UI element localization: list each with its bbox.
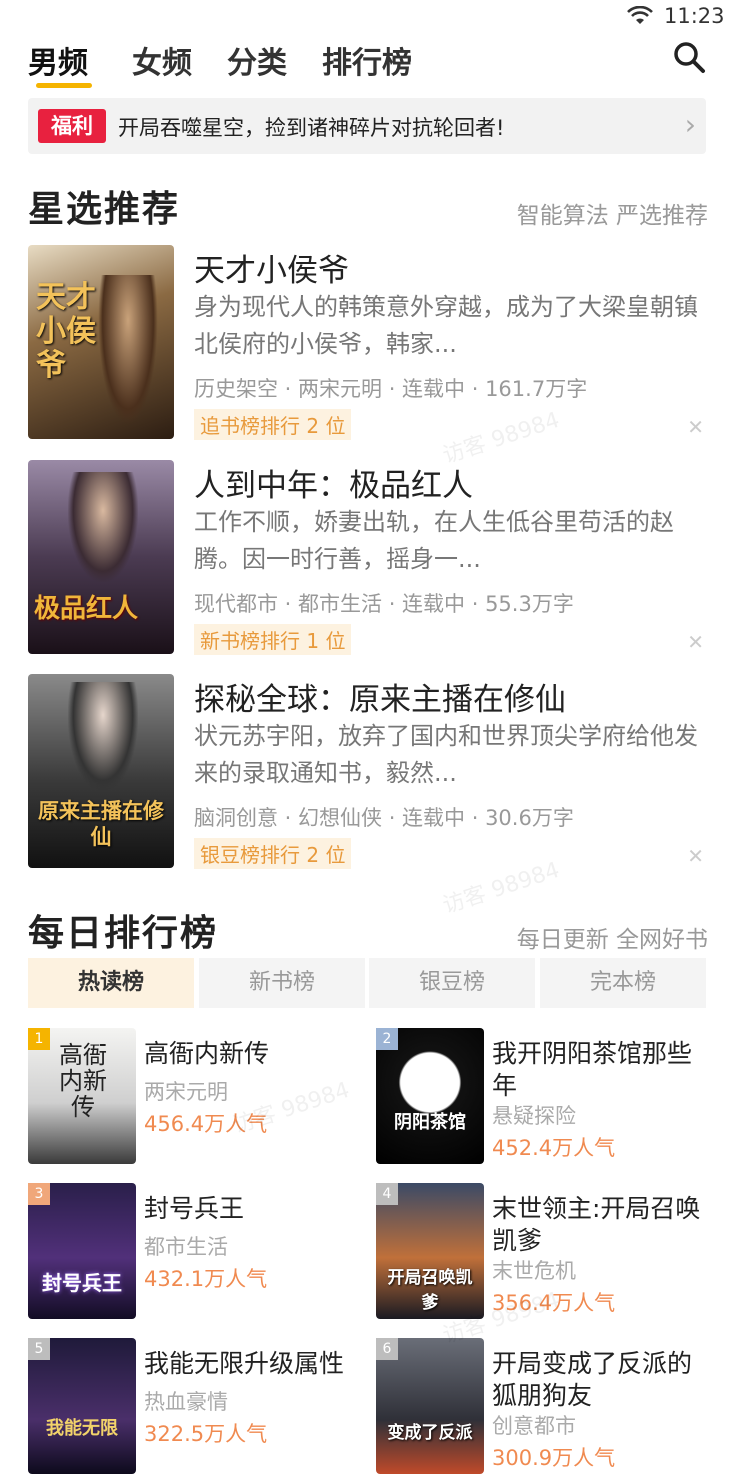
status-bar: 11:23 — [0, 0, 738, 32]
featured-section-subtitle: 智能算法 严选推荐 — [516, 203, 708, 229]
book-popularity: 300.9万人气 — [492, 1446, 616, 1470]
cover-title-art: 高衙内新传 — [59, 1041, 107, 1121]
tab-completed[interactable]: 完本榜 — [540, 958, 706, 1008]
book-genre: 热血豪情 — [144, 1390, 228, 1414]
book-title: 高衙内新传 — [144, 1039, 270, 1068]
cover-title-art: 阴阳茶馆 — [394, 1112, 466, 1133]
book-genre: 都市生活 — [144, 1235, 228, 1259]
ranked-book[interactable]: 阴阳茶馆 2 我开阴阳茶馆那些年 悬疑探险 452.4万人气 — [376, 1028, 716, 1164]
book-genre: 创意都市 — [492, 1414, 576, 1438]
cover-title-art: 封号兵王 — [42, 1271, 122, 1295]
book-popularity: 432.1万人气 — [144, 1267, 268, 1291]
cover-title-art: 原来主播在修仙 — [38, 799, 164, 849]
tab-female[interactable]: 女频 — [132, 38, 192, 82]
rank-number-badge: 2 — [376, 1028, 398, 1050]
book-title: 我开阴阳茶馆那些年 — [492, 1039, 693, 1100]
book-popularity: 452.4万人气 — [492, 1136, 616, 1160]
ranking-tabs: 热读榜 新书榜 银豆榜 完本榜 — [28, 958, 706, 1008]
book-description: 工作不顺，娇妻出轨，在人生低谷里苟活的赵腾。因一时行善，摇身一... — [194, 508, 674, 573]
book-genre: 两宋元明 — [144, 1080, 228, 1104]
book-cover: 极品红人 — [28, 460, 174, 654]
cover-title-art: 天才小侯爷 — [36, 280, 96, 383]
rank-number-badge: 1 — [28, 1028, 50, 1050]
rank-number-badge: 5 — [28, 1338, 50, 1360]
tab-ranking[interactable]: 排行榜 — [322, 38, 412, 82]
tab-hot-read[interactable]: 热读榜 — [28, 958, 194, 1008]
rank-number-badge: 3 — [28, 1183, 50, 1205]
book-description: 状元苏宇阳，放弃了国内和世界顶尖学府给他发来的录取通知书，毅然... — [194, 722, 698, 787]
book-popularity: 322.5万人气 — [144, 1422, 268, 1446]
cover-figure — [68, 682, 138, 792]
book-meta: 现代都市 · 都市生活 · 连载中 · 55.3万字 — [194, 592, 574, 616]
book-title: 探秘全球：原来主播在修仙 — [194, 682, 566, 718]
rank-tag: 银豆榜排行 2 位 — [194, 838, 352, 869]
cover-title-art: 开局召唤凯爹 — [387, 1268, 473, 1313]
cover-title-art: 极品红人 — [34, 594, 139, 624]
book-title: 末世领主:开局召唤凯爹 — [492, 1194, 701, 1255]
welfare-badge: 福利 — [38, 109, 106, 143]
book-cover: 天才小侯爷 — [28, 245, 174, 439]
promo-banner[interactable]: 福利 开局吞噬星空，捡到诸神碎片对抗轮回者! › — [28, 98, 706, 154]
tab-male[interactable]: 男频 — [28, 38, 88, 82]
featured-book[interactable]: 天才小侯爷 天才小侯爷 身为现代人的韩策意外穿越，成为了大梁皇朝镇北侯府的小侯爷… — [28, 245, 708, 440]
tab-new-books[interactable]: 新书榜 — [199, 958, 365, 1008]
book-meta: 历史架空 · 两宋元明 · 连载中 · 161.7万字 — [194, 377, 588, 401]
ranked-book[interactable]: 变成了反派 6 开局变成了反派的狐朋狗友 创意都市 300.9万人气 — [376, 1338, 716, 1474]
active-tab-indicator — [36, 83, 92, 88]
featured-book[interactable]: 原来主播在修仙 探秘全球：原来主播在修仙 状元苏宇阳，放弃了国内和世界顶尖学府给… — [28, 674, 708, 869]
wifi-icon — [627, 6, 653, 24]
featured-book[interactable]: 极品红人 人到中年：极品红人 工作不顺，娇妻出轨，在人生低谷里苟活的赵腾。因一时… — [28, 460, 708, 655]
clock: 11:23 — [664, 4, 725, 28]
rank-tag: 追书榜排行 2 位 — [194, 409, 352, 440]
close-icon[interactable]: ✕ — [687, 844, 704, 868]
tab-silver-bean[interactable]: 银豆榜 — [369, 958, 535, 1008]
rank-number-badge: 4 — [376, 1183, 398, 1205]
ranked-book[interactable]: 封号兵王 3 封号兵王 都市生活 432.1万人气 — [28, 1183, 368, 1319]
book-title: 开局变成了反派的狐朋狗友 — [492, 1349, 693, 1410]
book-genre: 悬疑探险 — [492, 1104, 576, 1128]
ranking-section-subtitle: 每日更新 全网好书 — [516, 927, 708, 953]
book-title: 人到中年：极品红人 — [194, 468, 473, 504]
close-icon[interactable]: ✕ — [687, 630, 704, 654]
cover-title-art: 我能无限 — [46, 1418, 118, 1439]
ranked-book[interactable]: 我能无限 5 我能无限升级属性 热血豪情 322.5万人气 — [28, 1338, 368, 1474]
cover-figure — [98, 275, 158, 425]
rank-tag: 新书榜排行 1 位 — [194, 624, 352, 655]
featured-section-title: 星选推荐 — [28, 189, 181, 230]
ranking-section-title: 每日排行榜 — [28, 913, 219, 954]
banner-text: 开局吞噬星空，捡到诸神碎片对抗轮回者! — [118, 116, 505, 140]
close-icon[interactable]: ✕ — [687, 415, 704, 439]
book-genre: 末世危机 — [492, 1259, 576, 1283]
book-meta: 脑洞创意 · 幻想仙侠 · 连载中 · 30.6万字 — [194, 806, 574, 830]
book-description: 身为现代人的韩策意外穿越，成为了大梁皇朝镇北侯府的小侯爷，韩家... — [194, 293, 698, 358]
chevron-right-icon: › — [684, 108, 696, 141]
book-cover: 原来主播在修仙 — [28, 674, 174, 868]
book-title: 我能无限升级属性 — [144, 1349, 345, 1378]
tab-category[interactable]: 分类 — [227, 38, 287, 82]
book-title: 天才小侯爷 — [194, 253, 349, 289]
book-title: 封号兵王 — [144, 1194, 245, 1223]
cover-title-art: 变成了反派 — [387, 1423, 473, 1443]
search-icon[interactable] — [672, 40, 706, 74]
cover-figure — [68, 472, 138, 582]
rank-number-badge: 6 — [376, 1338, 398, 1360]
